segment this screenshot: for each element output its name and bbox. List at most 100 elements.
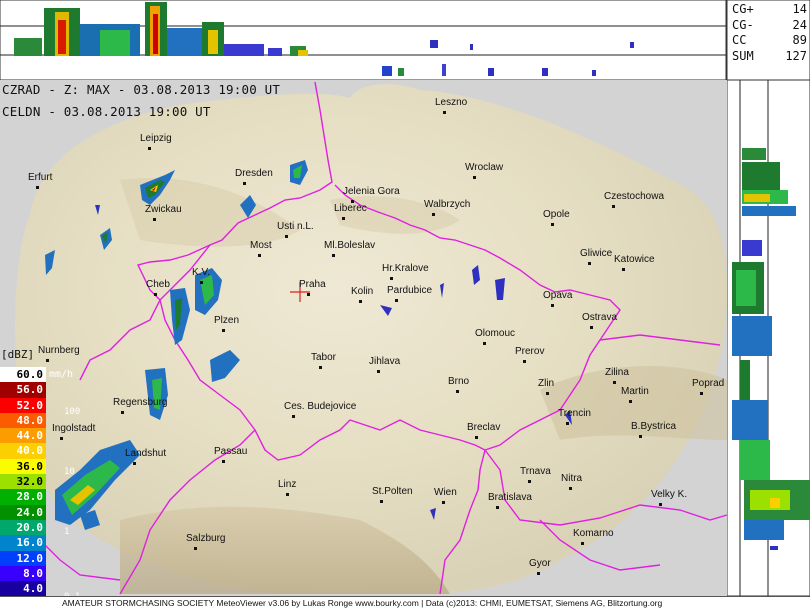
city-marker xyxy=(639,435,642,438)
footer-credits: AMATEUR STORMCHASING SOCIETY MeteoViewer… xyxy=(0,596,810,611)
city-label: Gliwice xyxy=(580,248,613,259)
city-marker xyxy=(659,503,662,506)
city-marker xyxy=(622,268,625,271)
legend-unit: mm/h xyxy=(49,369,74,380)
city-marker xyxy=(60,437,63,440)
city-label: Katowice xyxy=(614,254,655,265)
city-label: Hr.Kralove xyxy=(382,263,429,274)
city-label: Ingolstadt xyxy=(52,423,96,434)
city-marker xyxy=(133,462,136,465)
city-marker xyxy=(432,213,435,216)
city-label: Jihlava xyxy=(369,356,401,367)
city-marker xyxy=(380,500,383,503)
legend-entry: 40.0 xyxy=(0,443,46,459)
city-label: Czestochowa xyxy=(604,191,665,202)
city-marker xyxy=(148,147,151,150)
city-marker xyxy=(537,572,540,575)
legend-entry: 56.0 xyxy=(0,382,46,398)
city-label: Zilina xyxy=(605,367,629,378)
radar-product-title: CZRAD - Z: MAX - 03.08.2013 19:00 UT xyxy=(2,82,281,97)
city-label: Bratislava xyxy=(488,492,532,503)
stat-row-cg-minus: CG- 24 xyxy=(732,17,807,32)
city-label: Most xyxy=(250,240,272,251)
stat-row-cg-plus: CG+ 14 xyxy=(732,2,807,16)
city-marker xyxy=(153,218,156,221)
legend-entry: 32.0 xyxy=(0,474,46,490)
city-marker xyxy=(121,411,124,414)
lightning-stats: CG+ 14 CG- 24 CC 89 SUM 127 xyxy=(729,2,809,80)
city-label: Wroclaw xyxy=(465,162,504,173)
dbz-legend: [dBZ] 60.0 56.0 52.0 48.0 44.0 40.0 36.0 32.0 28… xyxy=(0,348,80,602)
city-marker xyxy=(442,501,445,504)
city-marker xyxy=(307,293,310,296)
city-label: Dresden xyxy=(235,168,273,179)
city-label: Breclav xyxy=(467,422,501,433)
legend-title: [dBZ] xyxy=(1,348,35,361)
legend-rain-label: 1 xyxy=(64,527,70,537)
city-marker xyxy=(483,342,486,345)
city-marker xyxy=(390,277,393,280)
city-marker xyxy=(332,254,335,257)
city-label: B.Bystrica xyxy=(631,421,677,432)
city-marker xyxy=(222,329,225,332)
legend-entry: 24.0 xyxy=(0,504,46,520)
city-marker xyxy=(523,360,526,363)
city-label: Zwickau xyxy=(145,204,182,215)
city-marker xyxy=(285,235,288,238)
city-marker xyxy=(194,547,197,550)
city-label: Linz xyxy=(278,479,297,490)
city-label: St.Polten xyxy=(372,486,413,497)
city-label: Ml.Boleslav xyxy=(324,240,376,251)
city-marker xyxy=(243,182,246,185)
legend-entry: 12.0 xyxy=(0,550,46,566)
city-label: Kolin xyxy=(351,286,374,297)
city-marker xyxy=(566,422,569,425)
city-marker xyxy=(569,487,572,490)
city-marker xyxy=(546,392,549,395)
lightning-product-title: CELDN - 03.08.2013 19:00 UT xyxy=(2,104,211,119)
city-label: Erfurt xyxy=(28,172,53,183)
city-label: Walbrzych xyxy=(424,199,471,210)
legend-entry: 52.0 xyxy=(0,397,46,413)
legend-entry: 20.0 xyxy=(0,519,46,536)
legend-rain-label: 100 xyxy=(64,407,81,417)
city-label: Martin xyxy=(621,386,649,397)
city-marker xyxy=(46,359,49,362)
city-label: K.V. xyxy=(192,267,210,278)
city-label: Cheb xyxy=(146,279,170,290)
city-marker xyxy=(613,381,616,384)
city-label: Nurnberg xyxy=(38,345,80,356)
city-marker xyxy=(258,254,261,257)
city-marker xyxy=(286,493,289,496)
radar-viewer: CZRAD - Z: MAX - 03.08.2013 19:00 UT CEL… xyxy=(0,0,810,611)
city-label: Brno xyxy=(448,376,470,387)
legend-entry: 36.0 xyxy=(0,458,46,475)
city-label: Trencin xyxy=(558,408,591,419)
city-label: Ostrava xyxy=(582,312,618,323)
legend-entry: 44.0 xyxy=(0,428,46,444)
city-label: Salzburg xyxy=(186,533,226,544)
city-label: Leszno xyxy=(435,97,468,108)
stat-row-cc: CC 89 xyxy=(732,33,807,47)
city-label: Olomouc xyxy=(475,328,516,339)
city-label: Jelenia Gora xyxy=(343,186,400,197)
city-marker xyxy=(377,370,380,373)
legend-entry: 48.0 xyxy=(0,412,46,429)
city-marker xyxy=(590,326,593,329)
city-label: Plzen xyxy=(214,315,240,326)
city-label: Usti n.L. xyxy=(277,221,314,232)
city-label: Prerov xyxy=(515,346,545,357)
city-label: Komarno xyxy=(573,528,614,539)
city-marker xyxy=(581,542,584,545)
city-marker xyxy=(319,366,322,369)
city-label: Zlin xyxy=(538,378,555,389)
city-marker xyxy=(700,392,703,395)
stat-row-sum: SUM 127 xyxy=(732,48,807,63)
city-marker xyxy=(292,415,295,418)
city-marker xyxy=(629,400,632,403)
city-label: Opava xyxy=(543,290,573,301)
city-label: Praha xyxy=(299,279,326,290)
city-label: Pardubice xyxy=(387,285,433,296)
city-marker xyxy=(222,460,225,463)
city-label: Ces. Budejovice xyxy=(284,401,357,412)
